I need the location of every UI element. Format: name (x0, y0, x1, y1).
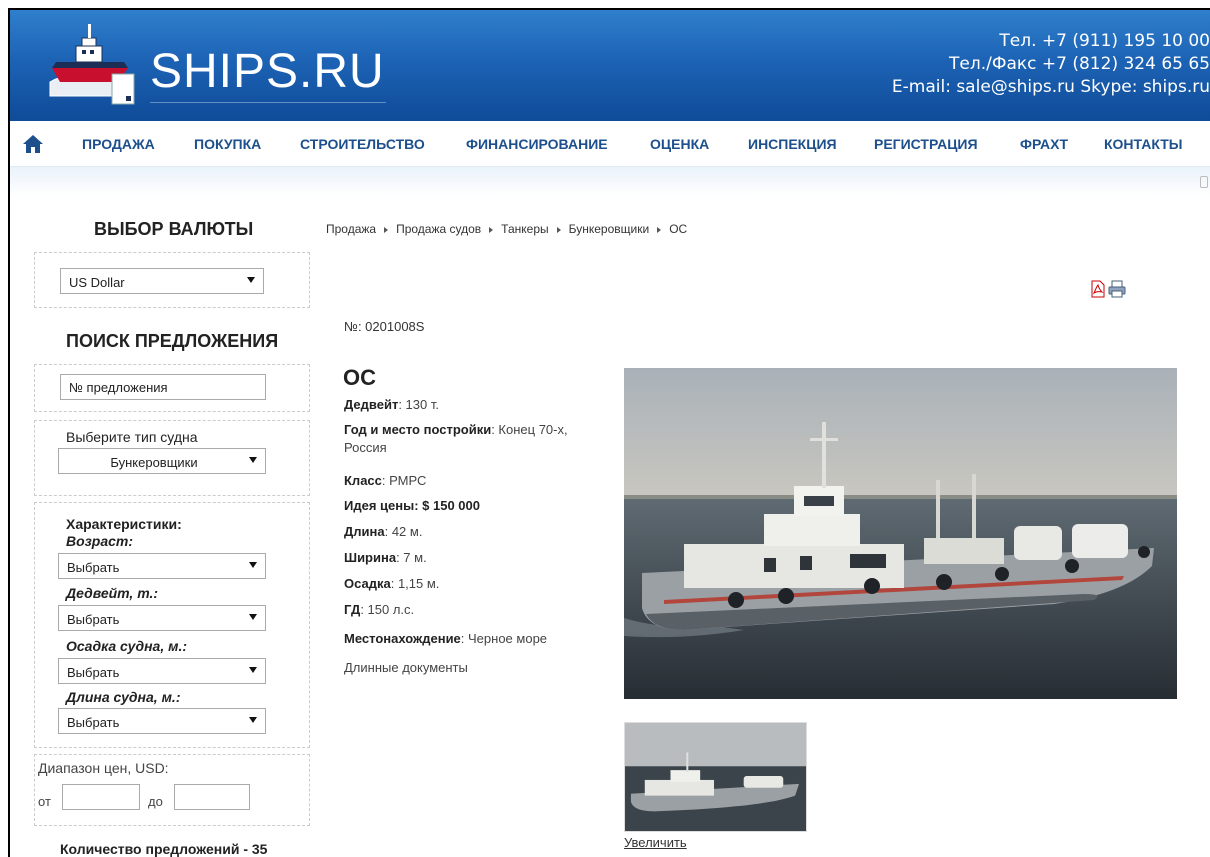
header-phone-fax: Тел./Факс +7 (812) 324 65 65 (948, 54, 1210, 74)
nav-item-inspection[interactable]: ИНСПЕКЦИЯ (748, 136, 837, 152)
breadcrumb-separator-icon (556, 226, 561, 233)
length-select-value: Выбрать (67, 715, 120, 730)
nav-subbar (10, 167, 1210, 197)
age-select[interactable]: Выбрать (58, 553, 266, 579)
home-icon[interactable] (22, 133, 44, 155)
offer-number-input[interactable]: № предложения (60, 374, 266, 400)
chevron-down-icon (249, 717, 257, 723)
spec-value: : 7 м. (396, 550, 427, 565)
ship-photo (624, 368, 1177, 699)
printer-icon[interactable] (1108, 280, 1126, 298)
spec-width: Ширина: 7 м. (344, 549, 612, 567)
chevron-down-icon (249, 457, 257, 463)
spec-key: Класс (344, 473, 382, 488)
spec-build: Год и место постройки: Конец 70-х, Росси… (344, 421, 612, 457)
spec-value: : 150 л.с. (360, 602, 415, 617)
nav-item-purchase[interactable]: ПОКУПКА (194, 136, 261, 152)
draft-label: Осадка судна, м.: (66, 638, 188, 654)
price-to-input[interactable] (174, 784, 250, 810)
enlarge-link[interactable]: Увеличить (624, 835, 687, 850)
price-from-input[interactable] (62, 784, 140, 810)
header-phone: Тел. +7 (911) 195 10 00 (999, 31, 1210, 51)
breadcrumb-separator-icon (384, 226, 389, 233)
breadcrumb-current: ОС (669, 222, 688, 236)
spec-key: Ширина (344, 550, 397, 565)
spec-engine: ГД: 150 л.с. (344, 601, 612, 619)
offer-number-placeholder: № предложения (69, 380, 168, 395)
length-select[interactable]: Выбрать (58, 708, 266, 734)
chevron-down-icon (249, 667, 257, 673)
spec-price-text: Идея цены: $ 150 000 (344, 498, 480, 513)
currency-select-value: US Dollar (69, 275, 125, 290)
breadcrumb-separator-icon (657, 226, 662, 233)
chevron-down-icon (249, 614, 257, 620)
spec-length: Длина: 42 м. (344, 523, 612, 541)
draft-select[interactable]: Выбрать (58, 658, 266, 684)
price-to-label: до (148, 794, 163, 809)
breadcrumb-item[interactable]: Танкеры (501, 222, 548, 236)
price-range-label: Диапазон цен, USD: (38, 760, 169, 776)
site-logo-text[interactable]: SHIPS.RU (150, 44, 385, 99)
spec-deadweight: Дедвейт: 130 т. (344, 396, 612, 414)
ship-logo-icon[interactable] (42, 16, 138, 108)
currency-select[interactable]: US Dollar (60, 268, 264, 294)
spec-price: Идея цены: $ 150 000 (344, 497, 612, 515)
length-label: Длина судна, м.: (66, 689, 181, 705)
documents-link[interactable]: Длинные документы (344, 660, 468, 675)
site-header: SHIPS.RU Тел. +7 (911) 195 10 00 Тел./Фа… (10, 10, 1210, 121)
spec-value: : 1,15 м. (390, 576, 440, 591)
spec-key: ГД (344, 602, 361, 617)
spec-draft: Осадка: 1,15 м. (344, 575, 612, 593)
spec-value: : 130 т. (398, 397, 439, 412)
logo-underline (150, 102, 386, 103)
age-label: Возраст: (66, 533, 134, 549)
offers-count: Количество предложений - 35 (60, 841, 268, 857)
ship-type-select[interactable]: Бункеровщики (58, 448, 266, 474)
ship-title: ОС (343, 365, 376, 390)
characteristics-label: Характеристики: (66, 516, 182, 532)
header-contacts: Тел. +7 (911) 195 10 00 Тел./Факс +7 (81… (892, 30, 1210, 99)
spec-location: Местонахождение: Черное море (344, 630, 612, 648)
spec-class: Класс: РМРС (344, 472, 612, 490)
spec-value: : 42 м. (384, 524, 423, 539)
lock-icon (1200, 176, 1208, 188)
nav-item-registration[interactable]: РЕГИСТРАЦИЯ (874, 136, 978, 152)
spec-value: : РМРС (381, 473, 427, 488)
nav-item-sale[interactable]: ПРОДАЖА (82, 136, 155, 152)
search-title: ПОИСК ПРЕДЛОЖЕНИЯ (66, 331, 279, 351)
pdf-icon[interactable] (1091, 280, 1105, 298)
main-nav: ПРОДАЖА ПОКУПКА СТРОИТЕЛЬСТВО ФИНАНСИРОВ… (10, 121, 1210, 167)
deadweight-label: Дедвейт, т.: (66, 585, 159, 601)
breadcrumb-separator-icon (489, 226, 494, 233)
nav-item-valuation[interactable]: ОЦЕНКА (650, 136, 709, 152)
offer-number: №: 0201008S (344, 319, 425, 334)
price-from-label: от (38, 794, 51, 809)
spec-key: Год и место постройки (344, 422, 492, 437)
nav-item-construction[interactable]: СТРОИТЕЛЬСТВО (300, 136, 425, 152)
spec-key: Дедвейт (344, 397, 399, 412)
draft-select-value: Выбрать (67, 665, 120, 680)
deadweight-select-value: Выбрать (67, 612, 120, 627)
header-email-skype[interactable]: E-mail: sale@ships.ru Skype: ships.ru (892, 76, 1210, 99)
page-frame: SHIPS.RU Тел. +7 (911) 195 10 00 Тел./Фа… (8, 8, 1210, 857)
breadcrumb-item[interactable]: Бункеровщики (569, 222, 650, 236)
spec-value: : Черное море (460, 631, 548, 646)
spec-key: Местонахождение (344, 631, 461, 646)
ship-type-label: Выберите тип судна (66, 429, 198, 445)
spec-key: Осадка (344, 576, 391, 591)
ship-type-select-value: Бункеровщики (110, 455, 198, 470)
chevron-down-icon (247, 277, 255, 283)
ship-thumbnail[interactable] (624, 722, 807, 832)
breadcrumb: Продажа Продажа судов Танкеры Бункеровщики О… (326, 222, 687, 236)
deadweight-select[interactable]: Выбрать (58, 605, 266, 631)
nav-item-financing[interactable]: ФИНАНСИРОВАНИЕ (466, 136, 608, 152)
age-select-value: Выбрать (67, 560, 120, 575)
nav-item-charter[interactable]: ФРАХТ (1020, 136, 1068, 152)
chevron-down-icon (249, 562, 257, 568)
nav-item-contacts[interactable]: КОНТАКТЫ (1104, 136, 1182, 152)
breadcrumb-item[interactable]: Продажа (326, 222, 376, 236)
currency-title: ВЫБОР ВАЛЮТЫ (94, 219, 254, 239)
breadcrumb-item[interactable]: Продажа судов (396, 222, 481, 236)
spec-key: Длина (344, 524, 385, 539)
